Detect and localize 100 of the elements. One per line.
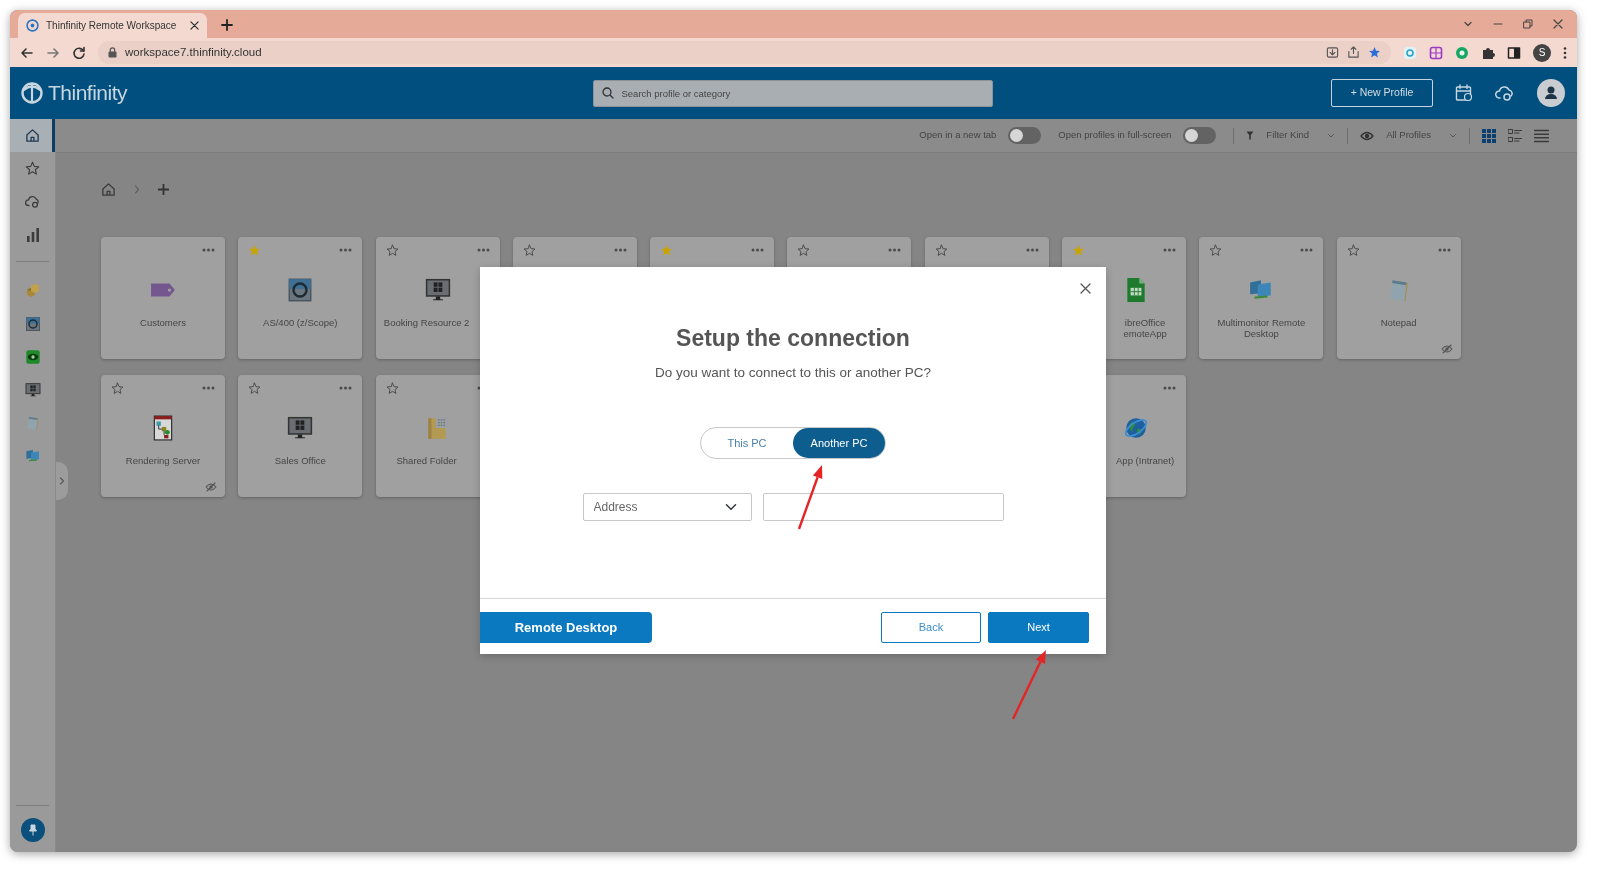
profile-tile[interactable]: Rendering Server bbox=[101, 375, 225, 497]
side-panel-icon[interactable] bbox=[1507, 45, 1521, 60]
star-icon[interactable] bbox=[111, 381, 124, 395]
pin-button[interactable] bbox=[20, 818, 45, 842]
menu-icon[interactable] bbox=[1563, 45, 1567, 60]
circle-icon[interactable] bbox=[1455, 45, 1469, 60]
profile-tile[interactable]: Multimonitor Remote Desktop bbox=[1199, 237, 1324, 359]
address-type-select[interactable]: Address bbox=[582, 493, 752, 521]
close-icon[interactable] bbox=[190, 21, 199, 30]
remote-desktop-button[interactable]: Remote Desktop bbox=[480, 612, 652, 643]
profile-tile[interactable]: Notepad bbox=[1336, 237, 1461, 359]
extension-icon[interactable] bbox=[1403, 45, 1417, 60]
tile-label: Shared Folder bbox=[395, 455, 458, 466]
star-icon[interactable] bbox=[1209, 243, 1223, 257]
annotation-arrow bbox=[1011, 650, 1046, 720]
more-icon[interactable] bbox=[1300, 248, 1314, 252]
chevron-right-icon bbox=[134, 184, 140, 194]
option-button[interactable]: This PC bbox=[701, 428, 793, 458]
tile-label: AS/400 (z/Scope) bbox=[262, 317, 339, 328]
more-icon[interactable] bbox=[476, 248, 490, 252]
star-icon[interactable] bbox=[934, 243, 948, 257]
sidebar-item[interactable] bbox=[10, 119, 55, 152]
star-icon[interactable] bbox=[522, 243, 536, 257]
star-icon[interactable] bbox=[385, 243, 399, 257]
terminal-icon[interactable] bbox=[24, 315, 41, 332]
restore-icon[interactable] bbox=[1523, 19, 1533, 29]
address-field[interactable] bbox=[762, 493, 1004, 521]
logo-icon bbox=[20, 81, 44, 105]
next-button[interactable]: Next bbox=[988, 612, 1089, 643]
browser-tab[interactable]: Thinfinity Remote Workspace bbox=[18, 13, 207, 38]
home-icon[interactable] bbox=[101, 181, 116, 197]
filter-dropdown[interactable]: All Profiles bbox=[1360, 128, 1457, 143]
profile-avatar[interactable]: S bbox=[1533, 43, 1551, 62]
search-field[interactable]: Search profile or category bbox=[592, 79, 993, 107]
more-icon[interactable] bbox=[202, 386, 215, 390]
option-button[interactable]: Another PC bbox=[793, 428, 885, 458]
user-avatar[interactable] bbox=[1537, 79, 1565, 107]
multi-monitor-icon[interactable] bbox=[24, 447, 41, 464]
more-icon[interactable] bbox=[1163, 386, 1177, 390]
address-field[interactable]: workspace7.thinfinity.cloud bbox=[98, 41, 1391, 64]
plus-icon[interactable] bbox=[158, 183, 169, 195]
profile-tile[interactable]: AS/400 (z/Scope) bbox=[238, 237, 363, 359]
star-icon[interactable] bbox=[1368, 46, 1381, 59]
back-icon[interactable] bbox=[20, 45, 34, 60]
view-button[interactable] bbox=[1482, 128, 1496, 143]
logo-text: Thinfinity bbox=[48, 80, 128, 107]
puzzle-icon[interactable] bbox=[1481, 45, 1495, 60]
star-icon[interactable] bbox=[1346, 243, 1360, 257]
star-icon bbox=[25, 161, 40, 176]
star-icon[interactable] bbox=[248, 243, 262, 257]
eye-icon[interactable] bbox=[24, 348, 41, 365]
calendar-icon[interactable] bbox=[1455, 84, 1473, 102]
view-button[interactable] bbox=[1534, 128, 1549, 143]
tile-label: Customers bbox=[139, 317, 187, 328]
logo-icon bbox=[26, 19, 39, 32]
more-icon[interactable] bbox=[888, 248, 902, 252]
more-icon[interactable] bbox=[1437, 248, 1451, 252]
view-button[interactable] bbox=[1508, 128, 1522, 143]
new-tab-icon[interactable] bbox=[221, 18, 233, 31]
new-profile-button[interactable]: + New Profile bbox=[1331, 79, 1433, 107]
more-icon[interactable] bbox=[202, 248, 215, 252]
more-icon[interactable] bbox=[339, 248, 353, 252]
dialog-subtitle: Do you want to connect to this or another PC? bbox=[654, 365, 932, 381]
reload-icon[interactable] bbox=[72, 45, 86, 60]
dialog-title: Setup the connection bbox=[676, 325, 910, 351]
close-icon[interactable] bbox=[1553, 19, 1563, 29]
monitor-icon[interactable] bbox=[24, 381, 41, 398]
more-icon[interactable] bbox=[613, 248, 627, 252]
profile-tile[interactable]: Sales Office bbox=[238, 375, 363, 497]
card-view-icon bbox=[1508, 128, 1522, 143]
terminal-icon bbox=[287, 277, 314, 303]
cloud-icon[interactable] bbox=[1495, 84, 1515, 102]
eye-icon bbox=[1360, 130, 1375, 141]
forward-icon[interactable] bbox=[46, 45, 60, 60]
more-icon[interactable] bbox=[339, 386, 353, 390]
more-icon[interactable] bbox=[751, 248, 765, 252]
filter-dropdown[interactable]: Filter Kind bbox=[1246, 128, 1336, 143]
more-icon[interactable] bbox=[1163, 248, 1177, 252]
close-icon[interactable] bbox=[1080, 283, 1091, 294]
chevron-down-icon[interactable] bbox=[1463, 19, 1473, 29]
more-icon[interactable] bbox=[1025, 248, 1039, 252]
grid-icon[interactable] bbox=[1429, 45, 1443, 60]
toggle-switch[interactable] bbox=[1008, 127, 1042, 144]
star-icon[interactable] bbox=[797, 243, 811, 257]
home-icon bbox=[25, 128, 40, 143]
star-icon[interactable] bbox=[385, 381, 399, 395]
star-icon[interactable] bbox=[248, 381, 262, 395]
chevron-down-icon bbox=[1449, 132, 1457, 139]
tile-label: Multimonitor Remote Desktop bbox=[1216, 317, 1307, 339]
chevron-down-icon bbox=[1327, 132, 1336, 139]
share-icon[interactable] bbox=[1347, 46, 1360, 59]
toggle-switch[interactable] bbox=[1183, 127, 1217, 144]
collapse-handle[interactable] bbox=[56, 462, 68, 500]
bar-chart-icon bbox=[25, 227, 40, 242]
star-icon[interactable] bbox=[660, 243, 674, 257]
profile-tile[interactable]: Customers bbox=[101, 237, 225, 359]
back-button[interactable]: Back bbox=[881, 612, 981, 643]
download-icon[interactable] bbox=[1326, 46, 1339, 59]
cloud-icon bbox=[24, 194, 41, 209]
star-icon[interactable] bbox=[1072, 243, 1086, 257]
